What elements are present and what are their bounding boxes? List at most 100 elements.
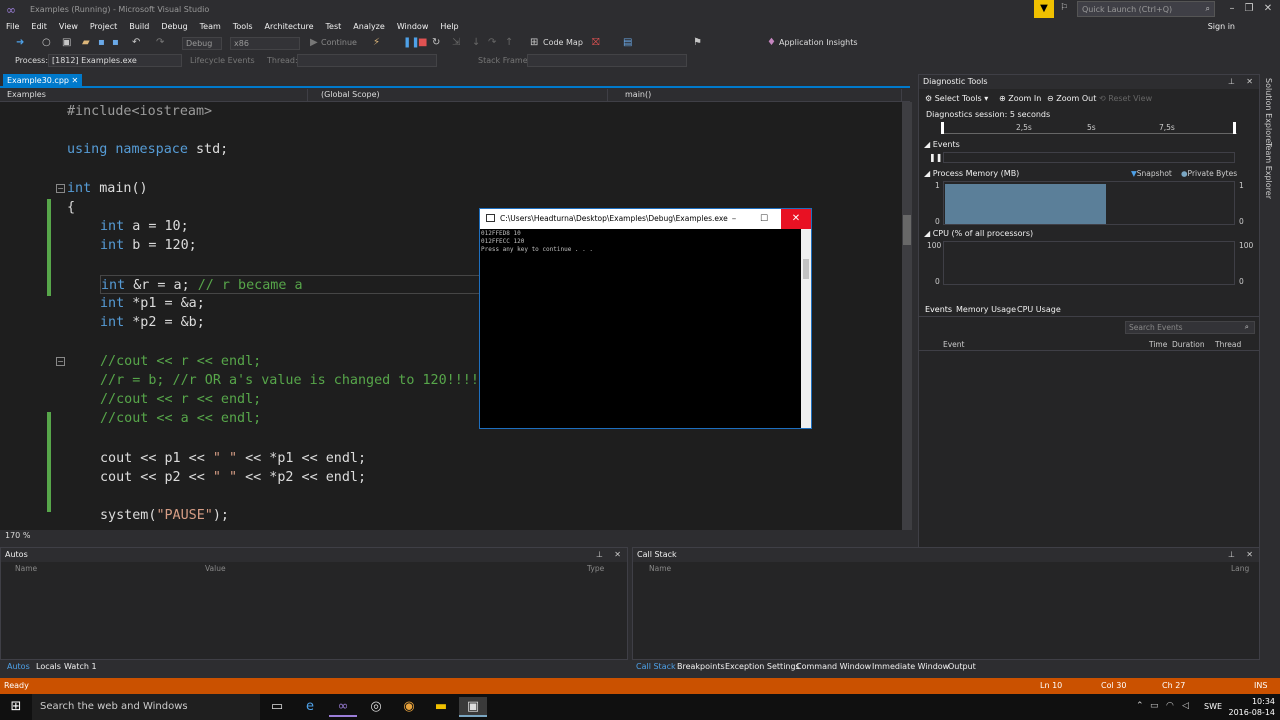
edge-icon[interactable]: e	[296, 697, 324, 717]
undo-icon[interactable]: ↶	[132, 37, 140, 48]
tab-watch-1[interactable]: Watch 1	[64, 662, 97, 671]
menu-analyze[interactable]: Analyze	[347, 20, 391, 33]
fold-toggle[interactable]: −	[56, 184, 65, 193]
file-explorer-icon[interactable]: ▬	[427, 697, 455, 717]
zoom-out-button[interactable]: ⊖ Zoom Out	[1047, 94, 1096, 103]
thread-select[interactable]	[297, 54, 437, 67]
solution-explorer-tab[interactable]: Solution Explorer	[1264, 78, 1273, 146]
notifications-icon[interactable]: ⚐	[1060, 3, 1068, 13]
taskbar-search[interactable]: Search the web and Windows	[32, 694, 260, 720]
console-window[interactable]: C:\Users\Headturna\Desktop\Examples\Debu…	[479, 208, 812, 429]
application-insights-button[interactable]: Application Insights	[779, 38, 858, 47]
tab-output[interactable]: Output	[948, 662, 976, 671]
editor-vertical-scrollbar[interactable]	[902, 102, 912, 530]
exceptions-icon[interactable]: ⛝	[592, 37, 600, 48]
bookmark-icon[interactable]: ▤	[623, 37, 632, 48]
team-explorer-tab[interactable]: Team Explorer	[1264, 142, 1273, 199]
step-over-icon[interactable]: ↷	[488, 37, 496, 48]
console-scrollbar[interactable]	[801, 229, 811, 428]
sign-in-link[interactable]: Sign in	[1208, 22, 1235, 31]
column-name[interactable]: Name	[15, 564, 37, 573]
show-hidden-icons-icon[interactable]: ⌃	[1136, 701, 1144, 711]
select-tools-button[interactable]: ⚙ Select Tools ▾	[925, 94, 988, 103]
timeline-start-handle[interactable]	[941, 122, 944, 134]
close-panel-icon[interactable]: ✕	[1246, 77, 1253, 86]
menu-edit[interactable]: Edit	[25, 20, 53, 33]
platform-select[interactable]: x86	[230, 37, 300, 50]
column-thread[interactable]: Thread	[1215, 340, 1241, 349]
function-select[interactable]: main()	[622, 89, 902, 101]
step-out-icon[interactable]: ↑	[505, 37, 513, 48]
console-scroll-thumb[interactable]	[803, 259, 809, 279]
close-panel-icon[interactable]: ✕	[614, 550, 621, 559]
menu-project[interactable]: Project	[84, 20, 123, 33]
document-tab[interactable]: Example30.cpp ✕	[3, 74, 83, 88]
process-memory-label[interactable]: ◢ Process Memory (MB)	[924, 169, 1019, 178]
menu-team[interactable]: Team	[194, 20, 227, 33]
console-close-button[interactable]: ✕	[781, 209, 811, 229]
menu-window[interactable]: Window	[391, 20, 435, 33]
step-into-icon[interactable]: ↓	[472, 37, 480, 48]
network-icon[interactable]: ◠	[1166, 701, 1174, 711]
search-events-input[interactable]: Search Events ⌕	[1125, 321, 1255, 334]
visual-studio-taskbar-icon[interactable]: ∞	[329, 697, 357, 717]
save-icon[interactable]: ▪	[98, 37, 105, 48]
code-map-button[interactable]: Code Map	[543, 38, 583, 47]
console-title-bar[interactable]: C:\Users\Headturna\Desktop\Examples\Debu…	[480, 209, 811, 229]
tab-call-stack[interactable]: Call Stack	[636, 662, 676, 671]
application-insights-icon[interactable]: ♦	[767, 37, 776, 48]
open-file-icon[interactable]: ▰	[82, 37, 90, 48]
console-minimize-button[interactable]: –	[727, 209, 741, 229]
menu-view[interactable]: View	[53, 20, 84, 33]
task-view-icon[interactable]: ▭	[263, 697, 291, 717]
restart-icon[interactable]: ↻	[432, 37, 440, 48]
tab-breakpoints[interactable]: Breakpoints	[677, 662, 725, 671]
zoom-in-button[interactable]: ⊕ Zoom In	[999, 94, 1041, 103]
fold-toggle[interactable]: −	[56, 357, 65, 366]
tab-command-window[interactable]: Command Window	[796, 662, 871, 671]
console-maximize-button[interactable]: ☐	[757, 209, 771, 229]
cpu-section-label[interactable]: ◢ CPU (% of all processors)	[924, 229, 1033, 238]
windows-start-icon[interactable]: ⊞	[0, 694, 32, 720]
process-select[interactable]: [1812] Examples.exe	[48, 54, 182, 67]
pin-icon[interactable]: ⊥	[1228, 550, 1235, 559]
show-next-statement-icon[interactable]: ⇲	[452, 37, 460, 48]
pin-icon[interactable]: ⊥	[1228, 77, 1235, 86]
redo-icon[interactable]: ↷	[156, 37, 164, 48]
clock[interactable]: 10:34 2016-08-14	[1229, 696, 1276, 718]
menu-file[interactable]: File	[0, 20, 25, 33]
code-map-icon[interactable]: ⊞	[530, 37, 538, 48]
console-taskbar-icon[interactable]: ▣	[459, 697, 487, 717]
chrome-icon[interactable]: ◉	[395, 697, 423, 717]
stack-frame-select[interactable]	[527, 54, 687, 67]
events-track[interactable]	[943, 152, 1235, 163]
feedback-flag-icon[interactable]: ▼	[1034, 0, 1054, 18]
stop-debugging-icon[interactable]: ■	[418, 37, 427, 48]
column-lang[interactable]: Lang	[1231, 564, 1249, 573]
close-button[interactable]: ✕	[1256, 0, 1280, 18]
scope-select[interactable]: (Global Scope)	[318, 89, 608, 101]
tab-locals[interactable]: Locals	[36, 662, 61, 671]
tab-events[interactable]: Events	[925, 305, 952, 314]
menu-tools[interactable]: Tools	[227, 20, 259, 33]
tab-memory-usage[interactable]: Memory Usage	[956, 305, 1016, 314]
lifecycle-events-button[interactable]: Lifecycle Events	[190, 56, 255, 65]
configuration-select[interactable]: Debug	[182, 37, 222, 50]
volume-icon[interactable]: ◁	[1182, 701, 1189, 711]
tab-autos[interactable]: Autos	[7, 662, 30, 671]
timeline-ruler[interactable]: 2,5s 5s 7,5s	[941, 122, 1237, 134]
new-project-icon[interactable]: ▣	[62, 37, 71, 48]
menu-architecture[interactable]: Architecture	[259, 20, 320, 33]
flag-bookmark-icon[interactable]: ⚑	[693, 37, 702, 48]
lightning-icon[interactable]: ⚡	[373, 37, 380, 48]
tab-exception-settings[interactable]: Exception Settings	[725, 662, 800, 671]
save-all-icon[interactable]: ▪	[112, 37, 119, 48]
process-memory-graph[interactable]	[943, 181, 1235, 225]
language-indicator[interactable]: SWE	[1204, 702, 1222, 711]
pin-icon[interactable]: ⊥	[596, 550, 603, 559]
cpu-graph[interactable]	[943, 241, 1235, 285]
reset-view-button[interactable]: ⟲ Reset View	[1099, 94, 1152, 103]
zoom-level-select[interactable]: 170 %	[5, 531, 30, 540]
quick-launch-input[interactable]: Quick Launch (Ctrl+Q) ⌕	[1077, 1, 1215, 17]
menu-debug[interactable]: Debug	[155, 20, 193, 33]
